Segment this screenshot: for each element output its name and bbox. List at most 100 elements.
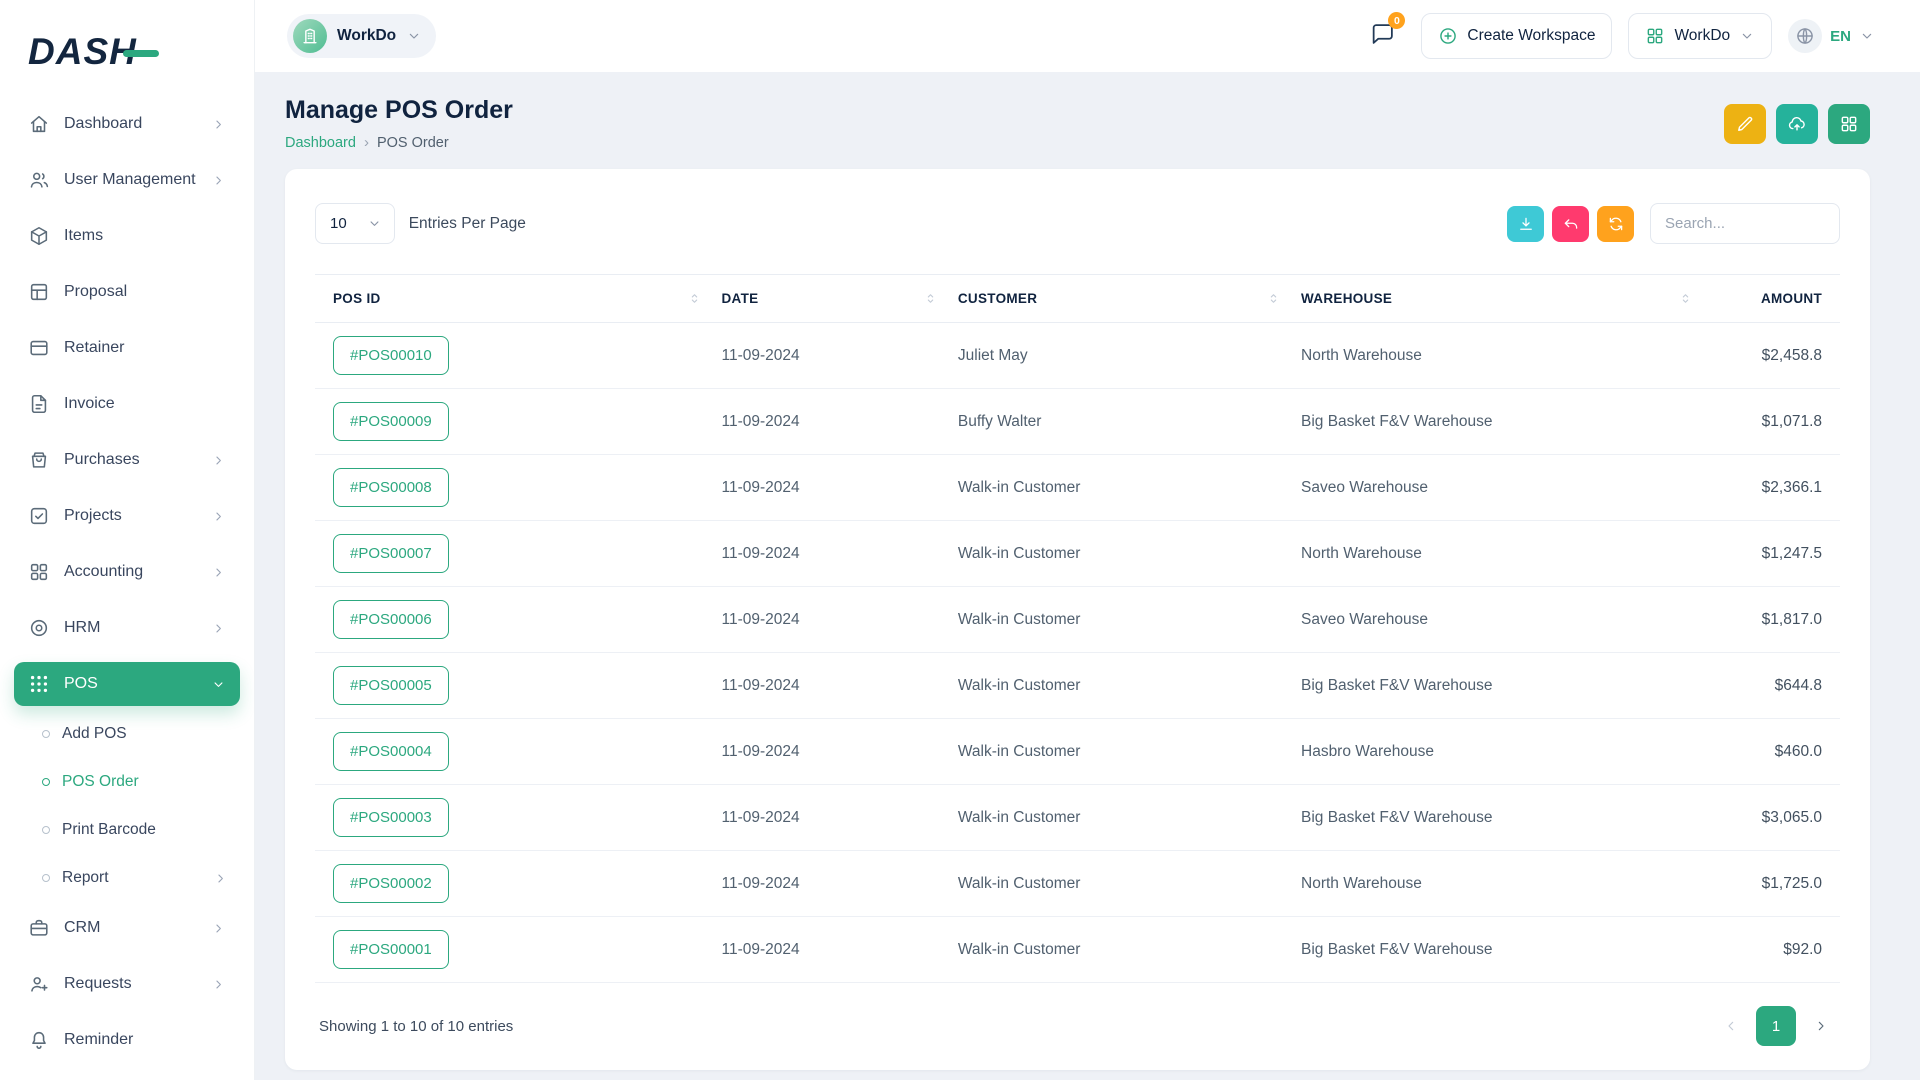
breadcrumb-separator-icon: › xyxy=(364,134,369,151)
column-label: AMOUNT xyxy=(1761,291,1822,306)
sidebar-item-hrm[interactable]: HRM xyxy=(14,606,240,650)
table-controls-right xyxy=(1507,203,1840,244)
search-input[interactable] xyxy=(1650,203,1840,244)
table-action-buttons xyxy=(1507,206,1634,242)
grid-dots-icon xyxy=(28,673,50,695)
sidebar-subitem-pos-order[interactable]: POS Order xyxy=(14,762,240,802)
column-header-pos-id[interactable]: POS ID xyxy=(315,275,712,323)
sidebar-item-pos[interactable]: POS xyxy=(14,662,240,706)
sidebar-item-user-management[interactable]: User Management xyxy=(14,158,240,202)
sidebar-item-label: Accounting xyxy=(64,563,197,581)
user-plus-icon xyxy=(28,973,50,995)
pos-id-link[interactable]: #POS00005 xyxy=(333,666,449,705)
pos-id-link[interactable]: #POS00006 xyxy=(333,600,449,639)
customer-cell: Walk-in Customer xyxy=(948,653,1291,719)
create-workspace-button[interactable]: Create Workspace xyxy=(1421,13,1612,59)
showing-entries-text: Showing 1 to 10 of 10 entries xyxy=(319,1018,513,1035)
sidebar-item-retainer[interactable]: Retainer xyxy=(14,326,240,370)
language-selector[interactable]: EN xyxy=(1788,19,1875,53)
pagination-page-1[interactable]: 1 xyxy=(1756,1006,1796,1046)
page-header: Manage POS Order Dashboard › POS Order xyxy=(285,96,1870,151)
amount-cell: $644.8 xyxy=(1703,653,1840,719)
page-action-export-button[interactable] xyxy=(1776,104,1818,144)
entries-per-page-select[interactable]: 10 xyxy=(315,203,395,244)
workspace-menu-button[interactable]: WorkDo xyxy=(1628,13,1772,59)
pos-id-link[interactable]: #POS00003 xyxy=(333,798,449,837)
submenu-item-label: Add POS xyxy=(62,725,228,743)
chevron-right-icon xyxy=(211,977,226,992)
date-cell: 11-09-2024 xyxy=(712,587,948,653)
sidebar-item-items[interactable]: Items xyxy=(14,214,240,258)
page-action-pos-button[interactable] xyxy=(1828,104,1870,144)
sidebar-item-label: Projects xyxy=(64,507,197,525)
sidebar-item-crm[interactable]: CRM xyxy=(14,906,240,950)
pos-id-link[interactable]: #POS00008 xyxy=(333,468,449,507)
amount-cell: $92.0 xyxy=(1703,917,1840,983)
workspace-selector-label: WorkDo xyxy=(337,27,396,45)
pos-id-link[interactable]: #POS00002 xyxy=(333,864,449,903)
customer-cell: Walk-in Customer xyxy=(948,455,1291,521)
sidebar-item-proposal[interactable]: Proposal xyxy=(14,270,240,314)
pos-id-link[interactable]: #POS00001 xyxy=(333,930,449,969)
undo-button[interactable] xyxy=(1552,206,1589,242)
pos-id-link[interactable]: #POS00009 xyxy=(333,402,449,441)
layout-icon xyxy=(28,281,50,303)
column-label: WAREHOUSE xyxy=(1301,291,1392,306)
column-label: DATE xyxy=(722,291,759,306)
sidebar-item-invoice[interactable]: Invoice xyxy=(14,382,240,426)
column-header-warehouse[interactable]: WAREHOUSE xyxy=(1291,275,1703,323)
sidebar-subitem-add-pos[interactable]: Add POS xyxy=(14,714,240,754)
table-row: #POS0000911-09-2024Buffy WalterBig Baske… xyxy=(315,389,1840,455)
table-wrap: POS ID DATE CUSTOMER WAREHOUSE AMOUNT #POS00… xyxy=(315,274,1840,983)
grid-icon xyxy=(1645,26,1665,46)
breadcrumb-current: POS Order xyxy=(377,135,449,151)
chevron-right-icon xyxy=(211,509,226,524)
sidebar: DASH Dashboard User Management Items Propos… xyxy=(0,0,255,1080)
pos-id-link[interactable]: #POS00004 xyxy=(333,732,449,771)
sidebar-item-label: CRM xyxy=(64,919,197,937)
pos-id-link[interactable]: #POS00007 xyxy=(333,534,449,573)
sidebar-nav: Dashboard User Management Items Proposal Ret… xyxy=(14,102,240,1080)
building-icon xyxy=(293,19,327,53)
sidebar-item-accounting[interactable]: Accounting xyxy=(14,550,240,594)
pencil-icon xyxy=(1735,114,1755,134)
breadcrumb-dashboard-link[interactable]: Dashboard xyxy=(285,135,356,151)
sidebar-subitem-print-barcode[interactable]: Print Barcode xyxy=(14,810,240,850)
sidebar-item-reminder[interactable]: Reminder xyxy=(14,1018,240,1062)
main-area: WorkDo 0 Create Workspace WorkDo xyxy=(255,0,1920,1080)
pagination-next-button[interactable] xyxy=(1806,1011,1836,1041)
chevron-down-icon xyxy=(1859,28,1875,44)
bullet-icon xyxy=(42,778,50,786)
brand-logo[interactable]: DASH xyxy=(14,24,240,76)
messages-button[interactable]: 0 xyxy=(1366,17,1399,55)
sidebar-item-label: Retainer xyxy=(64,339,226,357)
sidebar-item-label: HRM xyxy=(64,619,197,637)
workspace-selector[interactable]: WorkDo xyxy=(287,14,436,58)
language-label: EN xyxy=(1830,28,1851,45)
column-header-customer[interactable]: CUSTOMER xyxy=(948,275,1291,323)
sort-icon xyxy=(923,291,938,306)
sidebar-item-label: Requests xyxy=(64,975,197,993)
entries-per-page-label: Entries Per Page xyxy=(409,215,526,233)
refresh-button[interactable] xyxy=(1597,206,1634,242)
date-cell: 11-09-2024 xyxy=(712,719,948,785)
messages-badge: 0 xyxy=(1388,12,1405,29)
download-button[interactable] xyxy=(1507,206,1544,242)
pos-id-link[interactable]: #POS00010 xyxy=(333,336,449,375)
sidebar-item-requests[interactable]: Requests xyxy=(14,962,240,1006)
page-action-edit-button[interactable] xyxy=(1724,104,1766,144)
sidebar-subitem-report[interactable]: Report xyxy=(14,858,240,898)
pagination-prev-button[interactable] xyxy=(1716,1011,1746,1041)
home-icon xyxy=(28,113,50,135)
sidebar-item-dashboard[interactable]: Dashboard xyxy=(14,102,240,146)
sidebar-item-projects[interactable]: Projects xyxy=(14,494,240,538)
chevron-right-icon xyxy=(211,173,226,188)
sidebar-item-purchases[interactable]: Purchases xyxy=(14,438,240,482)
brand-name: DASH xyxy=(28,31,137,73)
warehouse-cell: North Warehouse xyxy=(1291,521,1703,587)
chevron-down-icon xyxy=(367,216,382,231)
column-header-date[interactable]: DATE xyxy=(712,275,948,323)
column-header-amount: AMOUNT xyxy=(1703,275,1840,323)
table-row: #POS0000811-09-2024Walk-in CustomerSaveo… xyxy=(315,455,1840,521)
column-label: CUSTOMER xyxy=(958,291,1037,306)
